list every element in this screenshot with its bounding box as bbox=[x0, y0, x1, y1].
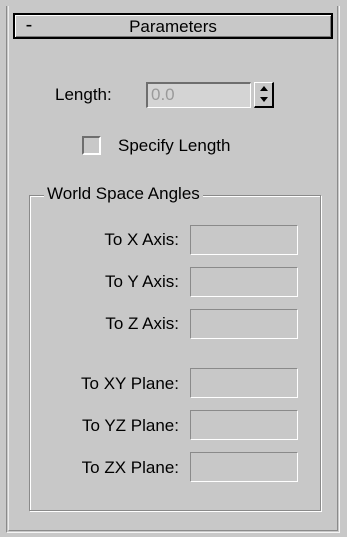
rollout-title: Parameters bbox=[129, 17, 217, 36]
group-title: World Space Angles bbox=[44, 184, 203, 204]
specify-length-checkbox[interactable] bbox=[82, 136, 101, 155]
collapse-icon[interactable]: - bbox=[21, 14, 37, 36]
zx-plane-label: To ZX Plane: bbox=[81, 458, 179, 477]
zx-plane-field[interactable] bbox=[190, 452, 298, 482]
z-axis-label: To Z Axis: bbox=[105, 314, 179, 333]
length-spinner[interactable] bbox=[254, 82, 274, 108]
yz-plane-label: To YZ Plane: bbox=[81, 416, 179, 435]
spinner-down-icon[interactable] bbox=[255, 95, 272, 107]
rollout-header-button[interactable]: - Parameters bbox=[13, 13, 333, 39]
x-axis-field[interactable] bbox=[190, 225, 298, 255]
length-input[interactable]: 0.0 bbox=[146, 82, 251, 108]
spinner-up-icon[interactable] bbox=[255, 83, 272, 95]
xy-plane-label: To XY Plane: bbox=[81, 374, 179, 393]
y-axis-field[interactable] bbox=[190, 267, 298, 297]
z-axis-field[interactable] bbox=[190, 309, 298, 339]
specify-length-label: Specify Length bbox=[118, 136, 231, 155]
xy-plane-field[interactable] bbox=[190, 368, 298, 398]
length-label: Length: bbox=[55, 85, 112, 104]
x-axis-label: To X Axis: bbox=[104, 230, 179, 249]
y-axis-label: To Y Axis: bbox=[104, 272, 179, 291]
yz-plane-field[interactable] bbox=[190, 410, 298, 440]
